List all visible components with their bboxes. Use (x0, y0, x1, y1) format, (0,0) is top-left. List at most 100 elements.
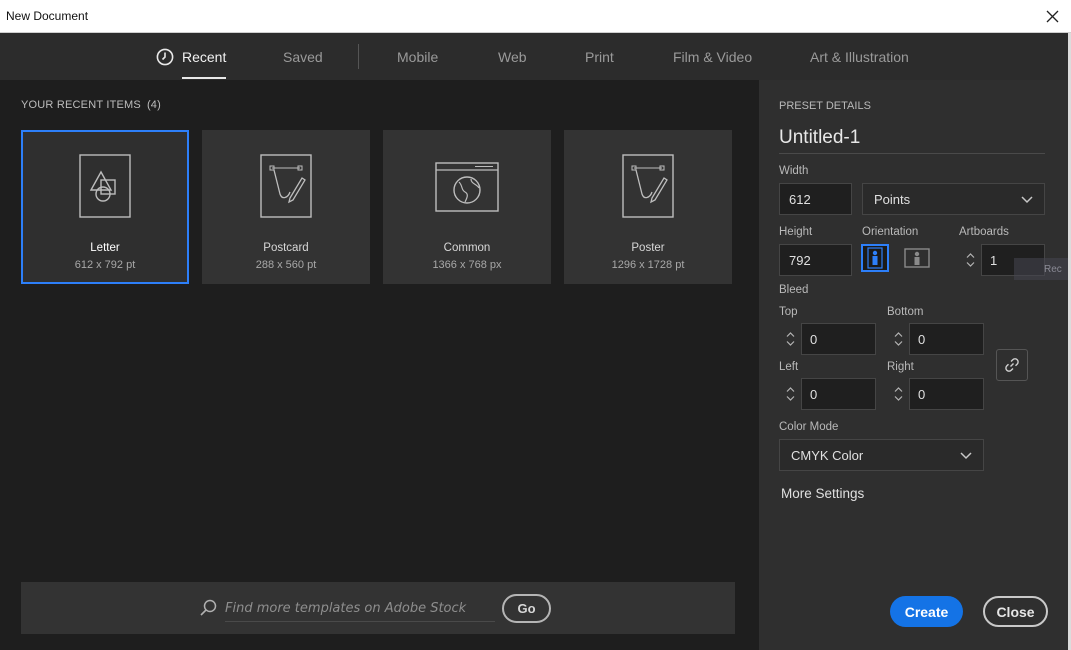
card-size: 612 x 792 pt (74, 259, 136, 271)
units-select[interactable]: Points (862, 183, 1045, 215)
tab-divider (358, 44, 359, 69)
tab-label: Web (498, 48, 527, 65)
card-name: Postcard (263, 242, 309, 254)
preset-card-letter[interactable]: Letter 612 x 792 pt (21, 130, 189, 284)
width-value: 612 (789, 191, 811, 207)
preset-card-poster[interactable]: Poster 1296 x 1728 pt (564, 130, 732, 284)
landscape-orientation-button[interactable] (903, 244, 931, 272)
shapes-doc-icon (23, 154, 187, 218)
search-icon (199, 599, 217, 622)
card-name: Letter (90, 242, 120, 254)
color-mode-label: Color Mode (779, 421, 839, 433)
card-size: 288 x 560 pt (255, 259, 317, 271)
chevron-down-icon (786, 341, 794, 346)
stock-search-input[interactable] (225, 596, 495, 622)
stepper-arrows[interactable] (779, 378, 801, 410)
bleed-right-label: Right (887, 361, 914, 373)
bleed-label: Bleed (779, 284, 809, 296)
recent-heading-text: YOUR RECENT ITEMS (21, 99, 141, 111)
height-input[interactable]: 792 (779, 244, 852, 276)
color-mode-value: CMYK Color (791, 447, 864, 463)
tab-web[interactable]: Web (498, 33, 527, 80)
stock-search-bar: Go (21, 582, 735, 634)
window-title: New Document (6, 9, 89, 23)
window-close-icon[interactable] (1041, 5, 1063, 27)
tab-saved[interactable]: Saved (283, 33, 323, 80)
more-settings-link[interactable]: More Settings (781, 486, 864, 501)
preset-card-postcard[interactable]: Postcard 288 x 560 pt (202, 130, 370, 284)
tab-label: Print (585, 48, 614, 65)
chevron-up-icon (894, 332, 902, 337)
bleed-bottom-label: Bottom (887, 306, 924, 318)
recent-items-area: YOUR RECENT ITEMS (4) Letter 612 x 792 pt… (0, 80, 759, 650)
units-value: Points (874, 191, 911, 207)
bleed-bottom-input[interactable]: 0 (909, 323, 984, 355)
preset-card-common[interactable]: Common 1366 x 768 px (383, 130, 551, 284)
recent-count: (4) (146, 99, 161, 111)
bleed-top-stepper[interactable]: 0 (779, 323, 876, 355)
portrait-icon (867, 247, 883, 269)
height-value: 792 (789, 252, 811, 268)
card-name: Poster (631, 242, 665, 254)
bleed-right-input[interactable]: 0 (909, 378, 984, 410)
category-tabs: Recent Saved Mobile Web Print Film & Vid… (0, 33, 1068, 80)
card-size: 1296 x 1728 pt (611, 259, 685, 271)
landscape-icon (904, 248, 930, 268)
portrait-orientation-button[interactable] (861, 244, 889, 272)
chevron-down-icon (786, 396, 794, 401)
chevron-up-icon (786, 332, 794, 337)
width-label: Width (779, 165, 809, 177)
recent-items-heading: YOUR RECENT ITEMS (4) (21, 99, 161, 111)
go-button[interactable]: Go (502, 594, 551, 623)
close-button[interactable]: Close (983, 596, 1048, 627)
tab-label: Film & Video (673, 48, 753, 65)
chevron-up-icon (966, 253, 974, 258)
preset-details-heading: PRESET DETAILS (779, 100, 871, 112)
tab-mobile[interactable]: Mobile (397, 33, 438, 80)
tab-recent[interactable]: Recent (156, 33, 227, 80)
chevron-down-icon (894, 396, 902, 401)
pen-doc-icon (566, 154, 730, 218)
tab-print[interactable]: Print (585, 33, 614, 80)
artboards-label: Artboards (959, 226, 1009, 238)
stepper-arrows[interactable] (779, 323, 801, 355)
tab-label: Saved (283, 48, 323, 65)
link-icon (1005, 358, 1019, 372)
orientation-label: Orientation (862, 226, 919, 238)
tab-label: Recent (182, 48, 227, 65)
width-input[interactable]: 612 (779, 183, 852, 215)
card-size: 1366 x 768 px (432, 259, 502, 271)
chevron-down-icon (1021, 192, 1033, 207)
stepper-arrows[interactable] (887, 378, 909, 410)
drag-ghost: Rec (1014, 258, 1071, 280)
bleed-top-input[interactable]: 0 (801, 323, 876, 355)
chevron-up-icon (786, 387, 794, 392)
document-name-field[interactable]: Untitled-1 (779, 127, 1045, 154)
clock-icon (156, 48, 174, 66)
bleed-left-stepper[interactable]: 0 (779, 378, 876, 410)
tab-art-illustration[interactable]: Art & Illustration (810, 33, 909, 80)
bleed-left-input[interactable]: 0 (801, 378, 876, 410)
preset-details-panel: PRESET DETAILS Untitled-1 Width 612 Poin… (759, 80, 1068, 650)
tab-film-video[interactable]: Film & Video (673, 33, 752, 80)
bleed-top-label: Top (779, 306, 798, 318)
ghost-text: Rec (1044, 263, 1062, 275)
card-name: Common (443, 242, 491, 254)
chevron-down-icon (966, 262, 974, 267)
title-bar: New Document (0, 0, 1071, 33)
link-bleed-button[interactable] (996, 349, 1028, 381)
tab-label: Art & Illustration (810, 48, 909, 65)
chevron-down-icon (960, 448, 972, 463)
stepper-arrows[interactable] (887, 323, 909, 355)
pen-doc-icon (204, 154, 368, 218)
height-label: Height (779, 226, 813, 238)
stepper-arrows[interactable] (959, 244, 981, 276)
chevron-up-icon (894, 387, 902, 392)
bleed-right-stepper[interactable]: 0 (887, 378, 984, 410)
color-mode-select[interactable]: CMYK Color (779, 439, 984, 471)
bleed-left-label: Left (779, 361, 799, 373)
tab-label: Mobile (397, 48, 439, 65)
create-button[interactable]: Create (890, 596, 963, 627)
bleed-bottom-stepper[interactable]: 0 (887, 323, 984, 355)
web-globe-icon (385, 162, 549, 212)
